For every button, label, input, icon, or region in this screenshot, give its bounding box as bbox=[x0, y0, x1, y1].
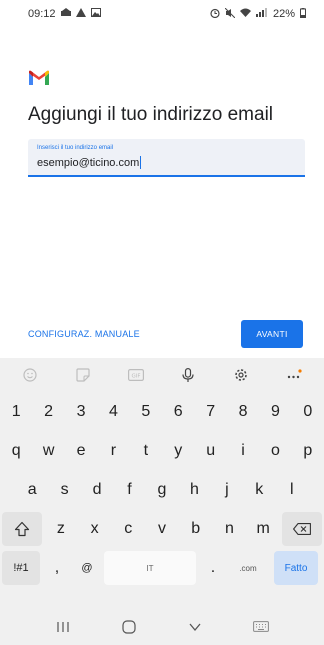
signal-icon bbox=[255, 8, 268, 20]
letter-key-x[interactable]: x bbox=[78, 512, 112, 546]
wifi-icon bbox=[239, 8, 251, 20]
letter-key-j[interactable]: j bbox=[211, 473, 243, 507]
email-field-value[interactable]: esempio@ticino.com bbox=[37, 157, 139, 169]
back-icon[interactable] bbox=[175, 612, 215, 642]
letter-key-n[interactable]: n bbox=[213, 512, 247, 546]
recents-icon[interactable] bbox=[43, 612, 83, 642]
alert-icon bbox=[75, 8, 86, 20]
letter-key-r[interactable]: r bbox=[97, 434, 129, 468]
function-row: !#1 , @ IT . .com Fatto bbox=[0, 551, 324, 585]
number-key-5[interactable]: 5 bbox=[130, 395, 162, 429]
letter-key-i[interactable]: i bbox=[227, 434, 259, 468]
letter-key-z[interactable]: z bbox=[44, 512, 78, 546]
middle-letter-row: asdfghjkl bbox=[0, 473, 324, 507]
letter-key-e[interactable]: e bbox=[65, 434, 97, 468]
letter-key-k[interactable]: k bbox=[243, 473, 275, 507]
number-key-2[interactable]: 2 bbox=[32, 395, 64, 429]
letter-key-t[interactable]: t bbox=[130, 434, 162, 468]
letter-key-w[interactable]: w bbox=[32, 434, 64, 468]
mute-icon bbox=[224, 7, 236, 21]
battery-percent: 22% bbox=[272, 8, 295, 20]
shift-key[interactable] bbox=[2, 512, 42, 546]
period-key[interactable]: . bbox=[198, 551, 228, 585]
home-icon[interactable] bbox=[109, 612, 149, 642]
letter-key-g[interactable]: g bbox=[146, 473, 178, 507]
backspace-icon bbox=[293, 523, 311, 535]
letter-key-l[interactable]: l bbox=[276, 473, 308, 507]
manual-setup-button[interactable]: CONFIGURAZ. MANUALE bbox=[28, 329, 140, 339]
letter-key-c[interactable]: c bbox=[111, 512, 145, 546]
status-time: 09:12 bbox=[28, 8, 56, 20]
letter-key-h[interactable]: h bbox=[178, 473, 210, 507]
number-key-1[interactable]: 1 bbox=[0, 395, 32, 429]
email-field-value-wrap[interactable]: esempio@ticino.com bbox=[37, 156, 142, 169]
letter-key-p[interactable]: p bbox=[292, 434, 324, 468]
image-icon bbox=[90, 8, 101, 20]
letter-key-v[interactable]: v bbox=[145, 512, 179, 546]
emoji-icon[interactable] bbox=[15, 363, 45, 387]
page-title: Aggiungi il tuo indirizzo email bbox=[28, 104, 274, 125]
number-key-3[interactable]: 3 bbox=[65, 395, 97, 429]
sticker-icon[interactable] bbox=[68, 363, 98, 387]
status-left: 09:12 bbox=[28, 8, 101, 20]
letter-key-b[interactable]: b bbox=[179, 512, 213, 546]
battery-icon bbox=[300, 7, 306, 21]
letter-key-q[interactable]: q bbox=[0, 434, 32, 468]
at-key[interactable]: @ bbox=[72, 551, 102, 585]
letter-key-o[interactable]: o bbox=[259, 434, 291, 468]
comma-key[interactable]: , bbox=[42, 551, 72, 585]
text-cursor bbox=[140, 156, 142, 169]
shift-icon bbox=[14, 521, 30, 537]
space-key[interactable]: IT bbox=[104, 551, 196, 585]
number-key-7[interactable]: 7 bbox=[194, 395, 226, 429]
navigation-bar bbox=[0, 608, 324, 645]
email-field[interactable]: Inserisci il tuo indirizzo email esempio… bbox=[28, 139, 305, 177]
letter-key-m[interactable]: m bbox=[246, 512, 280, 546]
backspace-key[interactable] bbox=[282, 512, 322, 546]
letter-key-u[interactable]: u bbox=[194, 434, 226, 468]
letter-key-s[interactable]: s bbox=[48, 473, 80, 507]
keyboard-toolbar: GIF bbox=[0, 358, 324, 392]
done-key[interactable]: Fatto bbox=[274, 551, 318, 585]
letter-key-d[interactable]: d bbox=[81, 473, 113, 507]
microphone-icon[interactable] bbox=[173, 363, 203, 387]
number-key-0[interactable]: 0 bbox=[292, 395, 324, 429]
number-key-6[interactable]: 6 bbox=[162, 395, 194, 429]
symbols-key[interactable]: !#1 bbox=[2, 551, 40, 585]
gmail-logo bbox=[28, 70, 50, 86]
alarm-icon bbox=[210, 8, 220, 21]
keyboard-icon[interactable] bbox=[241, 612, 281, 642]
bottom-letter-keys: zxcvbnm bbox=[44, 512, 280, 546]
letter-key-a[interactable]: a bbox=[16, 473, 48, 507]
email-field-label: Inserisci il tuo indirizzo email bbox=[37, 145, 114, 151]
gif-icon[interactable]: GIF bbox=[121, 363, 151, 387]
status-right: 22% bbox=[210, 7, 306, 21]
settings-icon[interactable] bbox=[226, 363, 256, 387]
bottom-letter-row: zxcvbnm bbox=[0, 512, 324, 546]
dotcom-key[interactable]: .com bbox=[228, 551, 268, 585]
letter-key-y[interactable]: y bbox=[162, 434, 194, 468]
number-row: 1234567890 bbox=[0, 395, 324, 429]
notification-icon bbox=[60, 8, 71, 20]
next-button[interactable]: AVANTI bbox=[241, 320, 303, 348]
keyboard: GIF 1234567890 qwertyuiop asdfghjkl zxcv… bbox=[0, 358, 324, 645]
status-bar: 09:12 22% bbox=[0, 0, 324, 28]
number-key-4[interactable]: 4 bbox=[97, 395, 129, 429]
number-key-8[interactable]: 8 bbox=[227, 395, 259, 429]
more-icon[interactable] bbox=[279, 363, 309, 387]
svg-text:GIF: GIF bbox=[131, 374, 140, 380]
number-key-9[interactable]: 9 bbox=[259, 395, 291, 429]
letter-key-f[interactable]: f bbox=[113, 473, 145, 507]
top-letter-row: qwertyuiop bbox=[0, 434, 324, 468]
